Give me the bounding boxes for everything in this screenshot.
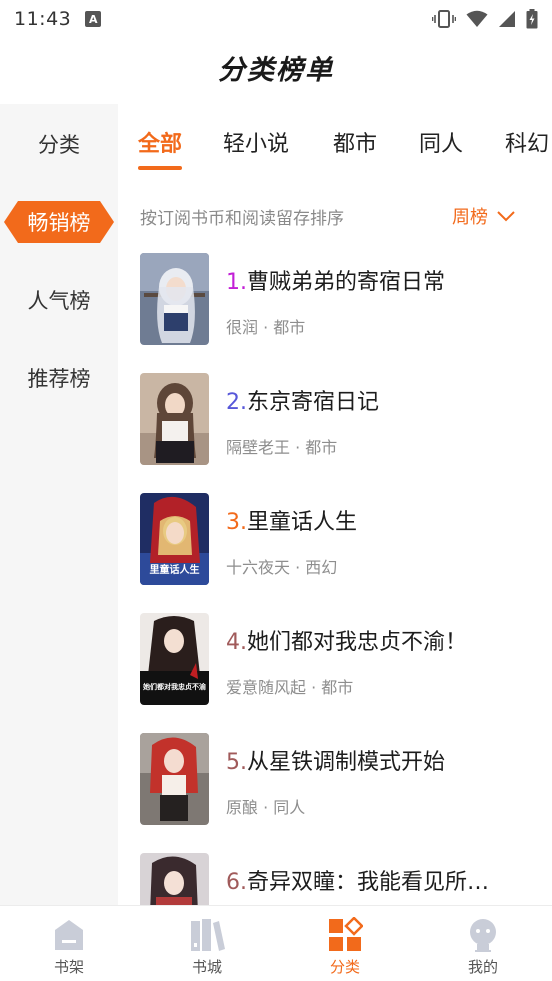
book-meta: 很润 · 都市 (226, 318, 306, 337)
sidebar-item-category[interactable]: 分类 (0, 121, 118, 167)
bookshelf-icon (55, 920, 83, 950)
nav-bookshelf[interactable]: 书架 (0, 906, 138, 981)
bookstore-icon (191, 919, 225, 951)
book-item[interactable]: 2.东京寄宿日记 隔壁老王 · 都市 (118, 360, 552, 470)
chevron-down-icon (497, 211, 515, 222)
period-dropdown[interactable]: 周榜 (452, 203, 516, 229)
book-rank: 3. (226, 510, 247, 535)
book-title: 1.曹贼弟弟的寄宿日常 (226, 264, 445, 296)
book-meta: 十六夜天 · 西幻 (226, 558, 338, 577)
book-rank: 1. (226, 270, 247, 295)
tab-scifi[interactable]: 科幻 (505, 126, 549, 158)
book-name: 奇异双瞳：我能看见所… (247, 870, 490, 895)
book-list: 1.曹贼弟弟的寄宿日常 很润 · 都市 2.东京寄宿日记 隔壁老王 · 都市 里… (118, 240, 552, 905)
sort-description: 按订阅书币和阅读留存排序 (140, 209, 344, 229)
sidebar-item-popular[interactable]: 人气榜 (0, 277, 118, 323)
book-name: 她们都对我忠贞不渝！ (247, 630, 468, 655)
active-tab-indicator (138, 166, 182, 170)
book-name: 东京寄宿日记 (247, 390, 380, 415)
profile-icon (470, 919, 496, 952)
wifi-icon (466, 10, 488, 27)
nav-label: 书城 (191, 958, 222, 976)
book-item[interactable]: 1.曹贼弟弟的寄宿日常 很润 · 都市 (118, 240, 552, 350)
page-title: 分类榜单 (218, 55, 334, 86)
cover-text: 里童话人生 (150, 563, 200, 576)
book-cover (140, 853, 209, 905)
book-item[interactable]: 6.奇异双瞳：我能看见所… (118, 840, 552, 905)
nav-label: 书架 (53, 958, 84, 976)
tab-urban[interactable]: 都市 (333, 126, 377, 158)
nav-label: 我的 (467, 958, 498, 976)
nav-category[interactable]: 分类 (276, 906, 414, 981)
status-bar: 11:43 A (0, 0, 552, 38)
book-cover: 她们都对我忠贞不渝 (140, 613, 209, 705)
book-item[interactable]: 里童话人生 3.里童话人生 十六夜天 · 西幻 (118, 480, 552, 590)
book-item[interactable]: 5.从星铁调制模式开始 原酿 · 同人 (118, 720, 552, 830)
book-cover (140, 733, 209, 825)
book-rank: 6. (226, 870, 247, 895)
genre-tabs: 全部 轻小说 都市 同人 科幻 (118, 104, 552, 178)
book-rank: 2. (226, 390, 247, 415)
book-rank: 4. (226, 630, 247, 655)
nav-profile[interactable]: 我的 (414, 906, 552, 981)
tab-all[interactable]: 全部 (138, 126, 182, 158)
sidebar-item-bestseller[interactable]: 畅销榜 (4, 201, 114, 243)
period-dropdown-label: 周榜 (452, 207, 488, 228)
book-cover (140, 253, 209, 345)
book-item[interactable]: 她们都对我忠贞不渝 4.她们都对我忠贞不渝！ 爱意随风起 · 都市 (118, 600, 552, 710)
status-icons (432, 9, 538, 29)
book-rank: 5. (226, 750, 247, 775)
notification-icon: A (85, 11, 102, 27)
book-meta: 爱意随风起 · 都市 (226, 678, 354, 697)
nav-bookstore[interactable]: 书城 (138, 906, 276, 981)
book-title: 2.东京寄宿日记 (226, 384, 379, 416)
book-cover (140, 373, 209, 465)
book-meta: 隔壁老王 · 都市 (226, 438, 338, 457)
bottom-nav: 书架 书城 分类 我的 (0, 905, 552, 981)
book-title: 6.奇异双瞳：我能看见所… (226, 864, 489, 896)
book-title: 4.她们都对我忠贞不渝！ (226, 624, 467, 656)
vibrate-icon (432, 10, 456, 28)
status-time: 11:43 (14, 8, 72, 30)
tab-fanfic[interactable]: 同人 (419, 126, 463, 158)
book-title: 5.从星铁调制模式开始 (226, 744, 445, 776)
battery-icon (526, 9, 538, 29)
sidebar-item-recommended[interactable]: 推荐榜 (0, 355, 118, 401)
nav-label: 分类 (329, 958, 360, 976)
book-cover: 里童话人生 (140, 493, 209, 585)
cover-text: 她们都对我忠贞不渝 (143, 682, 206, 691)
sidebar: 分类 畅销榜 人气榜 推荐榜 (0, 104, 118, 905)
book-title: 3.里童话人生 (226, 504, 357, 536)
category-icon (329, 917, 363, 951)
book-name: 曹贼弟弟的寄宿日常 (247, 270, 446, 295)
book-name: 里童话人生 (247, 510, 358, 535)
book-meta: 原酿 · 同人 (226, 798, 306, 817)
signal-icon (499, 11, 515, 27)
book-name: 从星铁调制模式开始 (247, 750, 446, 775)
tab-light-novel[interactable]: 轻小说 (223, 126, 289, 158)
